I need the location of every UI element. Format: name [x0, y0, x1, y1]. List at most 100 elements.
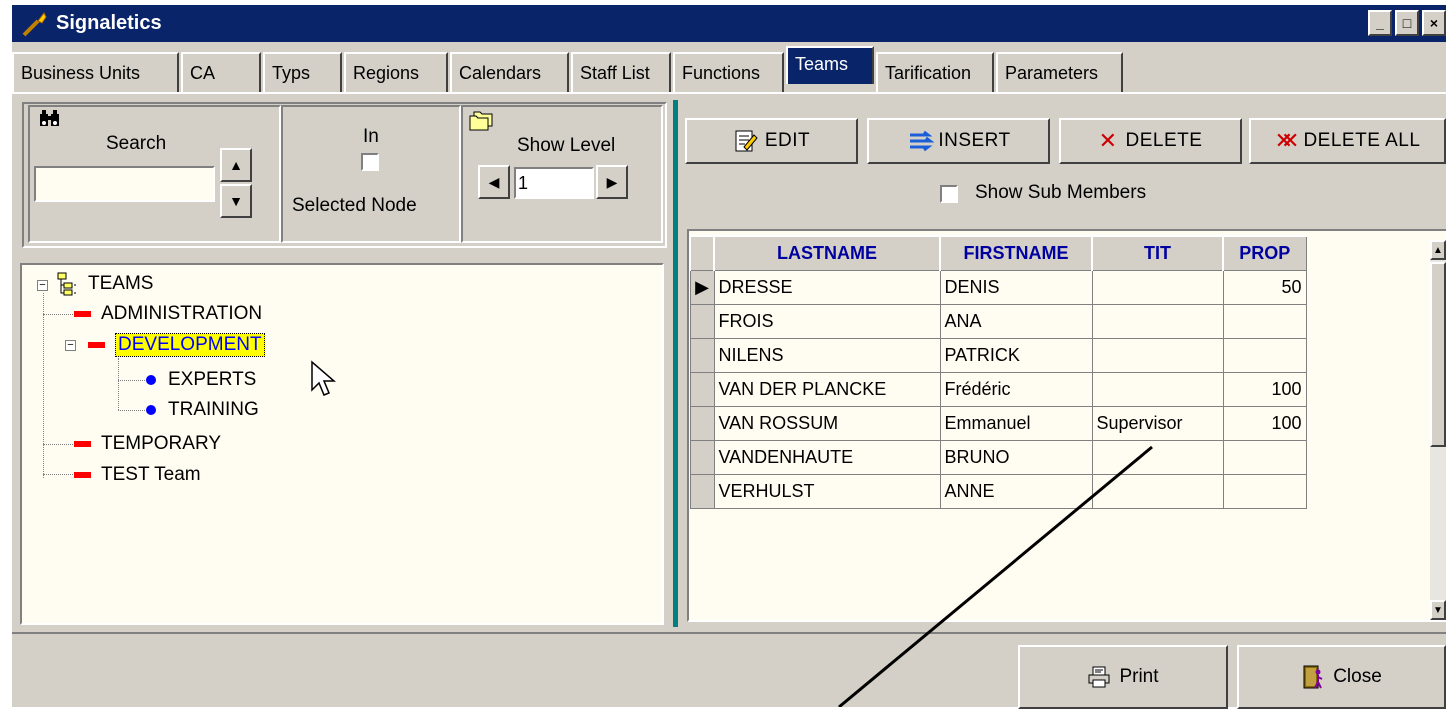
cell-firstname[interactable]: Emmanuel: [939, 405, 1093, 441]
cell-lastname[interactable]: VAN DER PLANCKE: [713, 371, 941, 407]
table-row[interactable]: VAN DER PLANCKE Frédéric 100: [689, 371, 1307, 407]
grid-vertical-scrollbar[interactable]: ▲ ▼: [1430, 240, 1446, 620]
cell-tit[interactable]: [1091, 303, 1224, 339]
delete-button[interactable]: ✕ DELETE: [1059, 118, 1242, 164]
cell-lastname[interactable]: DRESSE: [713, 269, 941, 305]
row-indicator: [689, 473, 715, 509]
cell-tit[interactable]: [1091, 473, 1224, 509]
cell-prop[interactable]: [1222, 439, 1307, 475]
cell-firstname[interactable]: PATRICK: [939, 337, 1093, 373]
delete-all-button-label: DELETE ALL: [1303, 130, 1421, 151]
print-button[interactable]: Print: [1018, 645, 1228, 709]
cell-tit[interactable]: [1091, 337, 1224, 373]
edit-button-label: EDIT: [764, 130, 811, 151]
tree-node-administration[interactable]: ADMINISTRATION: [74, 301, 262, 327]
tree-node-training[interactable]: TRAINING: [146, 397, 259, 423]
team-marker-icon: [74, 472, 91, 478]
search-up-button[interactable]: ▲: [220, 148, 252, 182]
cell-tit[interactable]: [1091, 269, 1224, 305]
search-input[interactable]: [34, 166, 215, 202]
tab-tarification[interactable]: Tarification: [876, 52, 994, 92]
close-window-button[interactable]: ×: [1422, 10, 1446, 36]
window-title: Signaletics: [56, 12, 162, 34]
close-button[interactable]: Close: [1237, 645, 1446, 709]
app-icon: [22, 11, 47, 36]
collapse-development-icon[interactable]: −: [65, 340, 76, 351]
team-tree[interactable]: − TEAMS ADMINISTRATION − DEVELOPMENT EXP…: [20, 263, 664, 625]
scroll-thumb[interactable]: [1430, 262, 1446, 447]
members-grid[interactable]: LASTNAME FIRSTNAME TIT PROP ▶ DRESSE DEN…: [687, 229, 1446, 622]
edit-button[interactable]: EDIT: [685, 118, 858, 164]
cell-firstname[interactable]: DENIS: [939, 269, 1093, 305]
cell-lastname[interactable]: NILENS: [713, 337, 941, 373]
delete-all-button[interactable]: ✕✕ DELETE ALL: [1249, 118, 1446, 164]
search-down-button[interactable]: ▼: [220, 184, 252, 218]
cell-lastname[interactable]: FROIS: [713, 303, 941, 339]
cell-lastname[interactable]: VERHULST: [713, 473, 941, 509]
printer-icon: [1088, 666, 1110, 688]
tree-node-test-team[interactable]: TEST Team: [74, 462, 201, 488]
close-button-label: Close: [1333, 666, 1382, 687]
tab-business-units[interactable]: Business Units: [12, 52, 179, 92]
in-label: In: [363, 126, 379, 147]
scroll-down-button[interactable]: ▼: [1430, 600, 1446, 620]
members-table: LASTNAME FIRSTNAME TIT PROP ▶ DRESSE DEN…: [689, 235, 1307, 509]
cell-prop[interactable]: 50: [1222, 269, 1307, 305]
column-header-lastname[interactable]: LASTNAME: [713, 235, 941, 271]
cell-prop[interactable]: 100: [1222, 371, 1307, 407]
cell-prop[interactable]: 100: [1222, 405, 1307, 441]
cell-firstname[interactable]: ANA: [939, 303, 1093, 339]
tree-root-teams[interactable]: TEAMS: [88, 271, 153, 297]
cell-prop[interactable]: [1222, 303, 1307, 339]
row-indicator-header: [689, 235, 715, 271]
tab-regions[interactable]: Regions: [344, 52, 448, 92]
column-header-tit[interactable]: TIT: [1091, 235, 1224, 271]
tree-node-experts[interactable]: EXPERTS: [146, 367, 256, 393]
tree-node-label: EXPERTS: [168, 369, 257, 390]
cell-firstname[interactable]: ANNE: [939, 473, 1093, 509]
column-header-prop[interactable]: PROP: [1222, 235, 1307, 271]
tab-teams[interactable]: Teams: [786, 46, 874, 84]
table-row[interactable]: VERHULST ANNE: [689, 473, 1307, 509]
cell-lastname[interactable]: VANDENHAUTE: [713, 439, 941, 475]
cell-prop[interactable]: [1222, 473, 1307, 509]
cell-tit[interactable]: [1091, 439, 1224, 475]
show-level-input[interactable]: [514, 167, 594, 199]
cell-lastname[interactable]: VAN ROSSUM: [713, 405, 941, 441]
minimize-button[interactable]: _: [1368, 10, 1392, 36]
selected-node-checkbox[interactable]: [361, 153, 379, 171]
level-decrease-button[interactable]: ◀: [478, 165, 510, 199]
panel-splitter[interactable]: [673, 100, 678, 627]
tree-node-temporary[interactable]: TEMPORARY: [74, 431, 221, 457]
tree-node-development[interactable]: DEVELOPMENT: [88, 332, 265, 358]
title-bar[interactable]: Signaletics _ □ ×: [12, 5, 1446, 42]
show-sub-members-checkbox[interactable]: [940, 185, 958, 203]
cell-firstname[interactable]: Frédéric: [939, 371, 1093, 407]
tab-calendars[interactable]: Calendars: [450, 52, 569, 92]
insert-button[interactable]: INSERT: [867, 118, 1050, 164]
row-indicator: [689, 439, 715, 475]
maximize-button[interactable]: □: [1395, 10, 1419, 36]
collapse-teams-icon[interactable]: −: [37, 280, 48, 291]
cell-tit[interactable]: Supervisor: [1091, 405, 1224, 441]
tab-parameters[interactable]: Parameters: [996, 52, 1123, 92]
cell-firstname[interactable]: BRUNO: [939, 439, 1093, 475]
tab-typs[interactable]: Typs: [263, 52, 342, 92]
show-sub-members-label: Show Sub Members: [975, 182, 1147, 203]
tab-staff-list[interactable]: Staff List: [571, 52, 671, 92]
grid-header-row: LASTNAME FIRSTNAME TIT PROP: [689, 235, 1307, 271]
column-header-firstname[interactable]: FIRSTNAME: [939, 235, 1093, 271]
scroll-up-button[interactable]: ▲: [1430, 240, 1446, 260]
cell-prop[interactable]: [1222, 337, 1307, 373]
table-row[interactable]: NILENS PATRICK: [689, 337, 1307, 373]
tab-ca[interactable]: CA: [181, 52, 261, 92]
cell-tit[interactable]: [1091, 371, 1224, 407]
table-row[interactable]: ▶ DRESSE DENIS 50: [689, 269, 1307, 305]
mouse-cursor-icon: [311, 360, 336, 396]
team-marker-icon: [74, 311, 91, 317]
level-increase-button[interactable]: ▶: [596, 165, 628, 199]
table-row[interactable]: FROIS ANA: [689, 303, 1307, 339]
table-row[interactable]: VANDENHAUTE BRUNO: [689, 439, 1307, 475]
table-row[interactable]: VAN ROSSUM Emmanuel Supervisor 100: [689, 405, 1307, 441]
tab-functions[interactable]: Functions: [673, 52, 784, 92]
